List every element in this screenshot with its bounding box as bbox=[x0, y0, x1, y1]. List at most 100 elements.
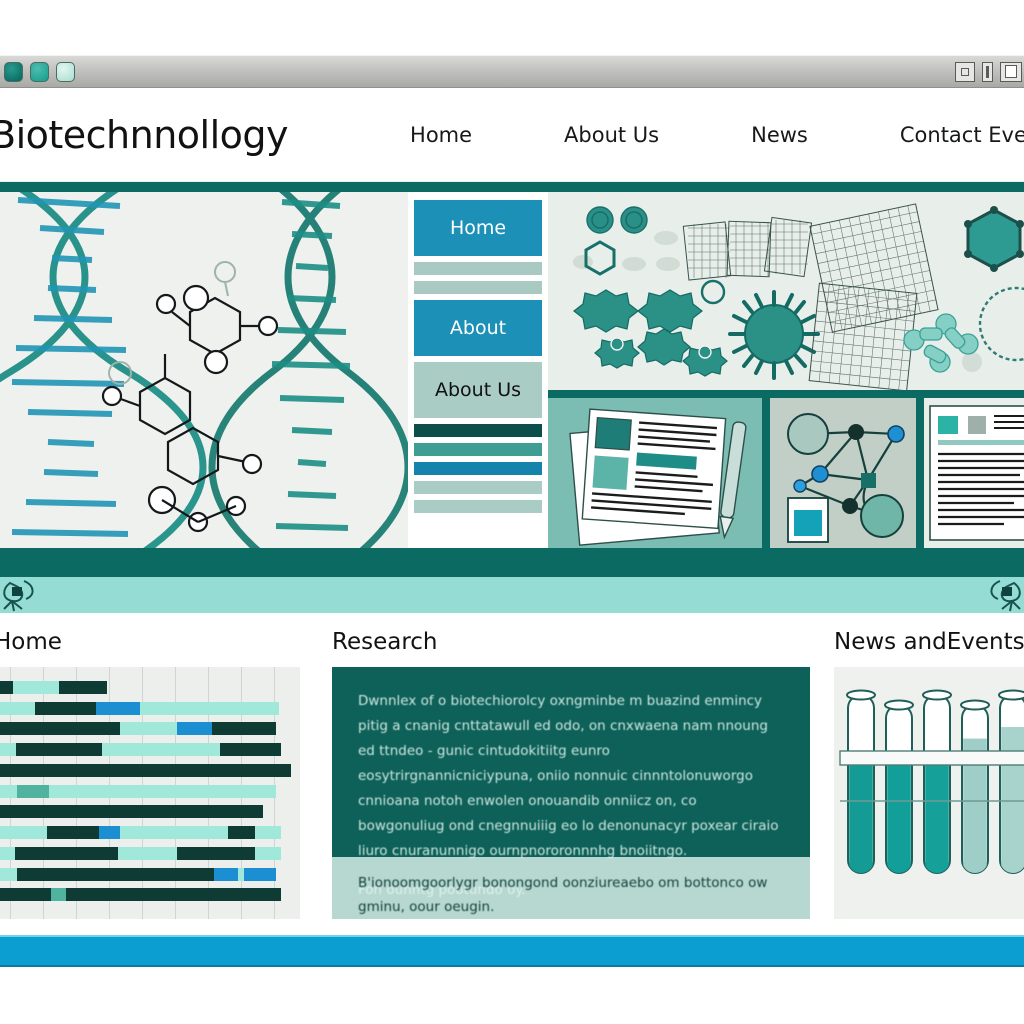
page-bottom-area bbox=[0, 967, 1024, 1024]
test-tube-rack-illustration bbox=[834, 667, 1024, 919]
dna-helix-illustration bbox=[0, 192, 408, 548]
chart-segment bbox=[96, 701, 141, 715]
chart-track-row bbox=[0, 826, 300, 840]
chart-segment bbox=[228, 826, 255, 840]
chart-segment bbox=[117, 846, 177, 860]
chart-segment bbox=[214, 867, 238, 881]
browser-window: Biotechnnollogy Home About Us News Conta… bbox=[0, 0, 1024, 1024]
minimize-button[interactable] bbox=[30, 61, 49, 82]
window-titlebar bbox=[0, 55, 1024, 88]
chart-segment bbox=[176, 722, 213, 736]
chart-segment bbox=[12, 681, 59, 694]
chart-segment bbox=[120, 826, 229, 840]
hero-menu-bar-2 bbox=[414, 281, 542, 294]
chart-segment bbox=[17, 784, 50, 798]
chart-segment bbox=[212, 722, 277, 736]
chart-segment bbox=[255, 846, 281, 860]
chart-segment bbox=[0, 888, 52, 902]
chart-segment bbox=[219, 743, 281, 757]
split-icon[interactable] bbox=[982, 61, 993, 82]
chart-segment bbox=[0, 784, 18, 798]
column-title-research: Research bbox=[332, 629, 438, 655]
test-tube bbox=[998, 689, 1024, 874]
chart-segment bbox=[98, 826, 120, 840]
divider-band-dark bbox=[0, 558, 1024, 577]
chart-segment bbox=[47, 826, 99, 840]
site-header: Biotechnnollogy Home About Us News Conta… bbox=[0, 88, 1024, 182]
chart-segment bbox=[101, 743, 220, 757]
site-logo-text: Biotechnnollogy bbox=[0, 112, 289, 157]
column-news: News andEvents bbox=[822, 613, 1024, 935]
footer-bar bbox=[0, 935, 1024, 967]
hero-menu-bar-6 bbox=[414, 481, 542, 494]
nav-item-contact[interactable]: Contact Eve5 bbox=[900, 123, 1024, 147]
column-title-home: Home bbox=[0, 629, 62, 655]
hero-menu-home[interactable]: Home bbox=[414, 200, 542, 256]
nav-item-news[interactable]: News bbox=[751, 123, 808, 147]
chart-segment bbox=[35, 701, 97, 715]
hero-menu-bar-1 bbox=[414, 262, 542, 275]
chart-segment bbox=[0, 722, 120, 736]
main-navigation: Home About Us News Contact Eve5 bbox=[410, 123, 1024, 147]
chart-track-row bbox=[0, 722, 300, 736]
test-tube bbox=[922, 689, 952, 874]
chart-segment bbox=[15, 846, 118, 860]
hero-menu-bar-5 bbox=[414, 462, 542, 475]
chart-segment bbox=[140, 701, 279, 715]
test-tube bbox=[960, 699, 990, 874]
chart-segment bbox=[120, 722, 177, 736]
window-icon[interactable] bbox=[1000, 61, 1022, 82]
genome-track-chart bbox=[0, 667, 300, 919]
research-dark-panel: Dwnnlex of o biotechiorolcy oxngminbe m … bbox=[332, 667, 810, 898]
network-graph-icon bbox=[770, 398, 916, 548]
chart-segment bbox=[0, 867, 18, 881]
hero-menu-bar-7 bbox=[414, 500, 542, 513]
column-research: Research Dwnnlex of o biotechiorolcy oxn… bbox=[310, 613, 822, 935]
chart-track-row bbox=[0, 846, 300, 860]
research-light-panel: B'ionoomgoorlygr bonongond oonziureaebo … bbox=[332, 857, 810, 919]
hero-menu-about-us[interactable]: About Us bbox=[414, 362, 542, 418]
close-button[interactable] bbox=[4, 61, 23, 82]
chart-segment bbox=[0, 826, 48, 840]
chart-segment bbox=[49, 784, 277, 798]
divider-motifs bbox=[0, 577, 1024, 613]
divider-band-light bbox=[0, 577, 1024, 613]
restore-icon[interactable] bbox=[955, 61, 975, 82]
chart-segment bbox=[16, 743, 102, 757]
chart-segment bbox=[66, 888, 281, 902]
chart-track-row bbox=[0, 867, 300, 881]
hero-menu-about[interactable]: About bbox=[414, 300, 542, 356]
hero-section: Home About About Us bbox=[0, 182, 1024, 558]
chart-segment bbox=[176, 846, 255, 860]
chart-segment bbox=[0, 846, 15, 860]
chart-segment bbox=[255, 826, 281, 840]
microbiology-shapes-illustration bbox=[548, 192, 1024, 390]
test-tubes-svg bbox=[834, 667, 1024, 919]
research-caption: B'ionoomgoorlygr bonongond oonziureaebo … bbox=[358, 875, 768, 915]
column-home: Home bbox=[0, 613, 310, 935]
chart-track-row bbox=[0, 763, 300, 777]
hero-menu-bar-3 bbox=[414, 424, 542, 437]
documents-with-pen-tile[interactable] bbox=[548, 398, 763, 548]
nav-item-home[interactable]: Home bbox=[410, 123, 472, 147]
chart-track-row bbox=[0, 681, 300, 694]
chart-track-row bbox=[0, 743, 300, 757]
chart-segment bbox=[0, 805, 263, 819]
text-document-icon bbox=[923, 398, 1024, 548]
dna-helix-svg bbox=[0, 192, 408, 548]
nav-item-about[interactable]: About Us bbox=[564, 123, 659, 147]
traffic-light-group bbox=[4, 61, 75, 82]
text-document-tile[interactable] bbox=[923, 398, 1024, 548]
chart-segment bbox=[0, 743, 17, 757]
chart-track-row bbox=[0, 805, 300, 819]
chart-track-row bbox=[0, 701, 300, 715]
network-graph-tile[interactable] bbox=[770, 398, 916, 548]
chart-track-row bbox=[0, 888, 300, 902]
content-columns: Home Research Dwnnlex of o biotechiorolc… bbox=[0, 613, 1024, 935]
research-paragraph-1: Dwnnlex of o biotechiorolcy oxngminbe m … bbox=[358, 693, 779, 859]
chart-segment bbox=[244, 867, 277, 881]
window-controls-group bbox=[955, 61, 1024, 82]
chart-segment bbox=[0, 701, 36, 715]
chart-segment bbox=[0, 681, 13, 694]
maximize-button[interactable] bbox=[56, 61, 75, 82]
